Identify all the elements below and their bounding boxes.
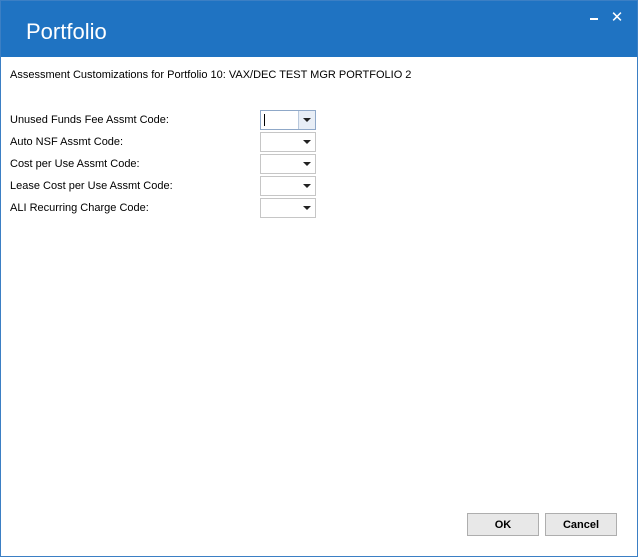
ali-recurring-charge-label: ALI Recurring Charge Code: bbox=[10, 202, 149, 214]
auto-nsf-combo[interactable] bbox=[260, 132, 316, 152]
portfolio-dialog: Portfolio ✕ Assessment Customizations fo… bbox=[0, 0, 638, 557]
chevron-down-icon[interactable] bbox=[299, 133, 315, 151]
field-row-cost-per-use: Cost per Use Assmt Code: bbox=[10, 154, 320, 174]
minimize-button[interactable] bbox=[586, 10, 602, 26]
cancel-button[interactable]: Cancel bbox=[545, 513, 617, 536]
unused-funds-fee-combo[interactable] bbox=[260, 110, 316, 130]
field-row-ali-recurring-charge: ALI Recurring Charge Code: bbox=[10, 198, 320, 218]
chevron-down-icon[interactable] bbox=[299, 199, 315, 217]
ali-recurring-charge-combo[interactable] bbox=[260, 198, 316, 218]
cost-per-use-label: Cost per Use Assmt Code: bbox=[10, 158, 140, 170]
dialog-subtitle: Assessment Customizations for Portfolio … bbox=[10, 69, 412, 81]
close-button[interactable]: ✕ bbox=[609, 10, 625, 26]
field-row-auto-nsf: Auto NSF Assmt Code: bbox=[10, 132, 320, 152]
text-cursor bbox=[264, 114, 265, 126]
cost-per-use-combo[interactable] bbox=[260, 154, 316, 174]
title-bar[interactable]: Portfolio ✕ bbox=[1, 1, 637, 57]
ok-button[interactable]: OK bbox=[467, 513, 539, 536]
close-icon: ✕ bbox=[610, 9, 624, 26]
lease-cost-per-use-combo[interactable] bbox=[260, 176, 316, 196]
chevron-down-icon[interactable] bbox=[298, 111, 315, 129]
unused-funds-fee-label: Unused Funds Fee Assmt Code: bbox=[10, 114, 169, 126]
field-row-unused-funds-fee: Unused Funds Fee Assmt Code: bbox=[10, 110, 320, 130]
minimize-icon bbox=[590, 18, 598, 20]
auto-nsf-label: Auto NSF Assmt Code: bbox=[10, 136, 124, 148]
lease-cost-per-use-label: Lease Cost per Use Assmt Code: bbox=[10, 180, 173, 192]
field-row-lease-cost-per-use: Lease Cost per Use Assmt Code: bbox=[10, 176, 320, 196]
chevron-down-icon[interactable] bbox=[299, 155, 315, 173]
chevron-down-icon[interactable] bbox=[299, 177, 315, 195]
window-title: Portfolio bbox=[26, 19, 107, 44]
